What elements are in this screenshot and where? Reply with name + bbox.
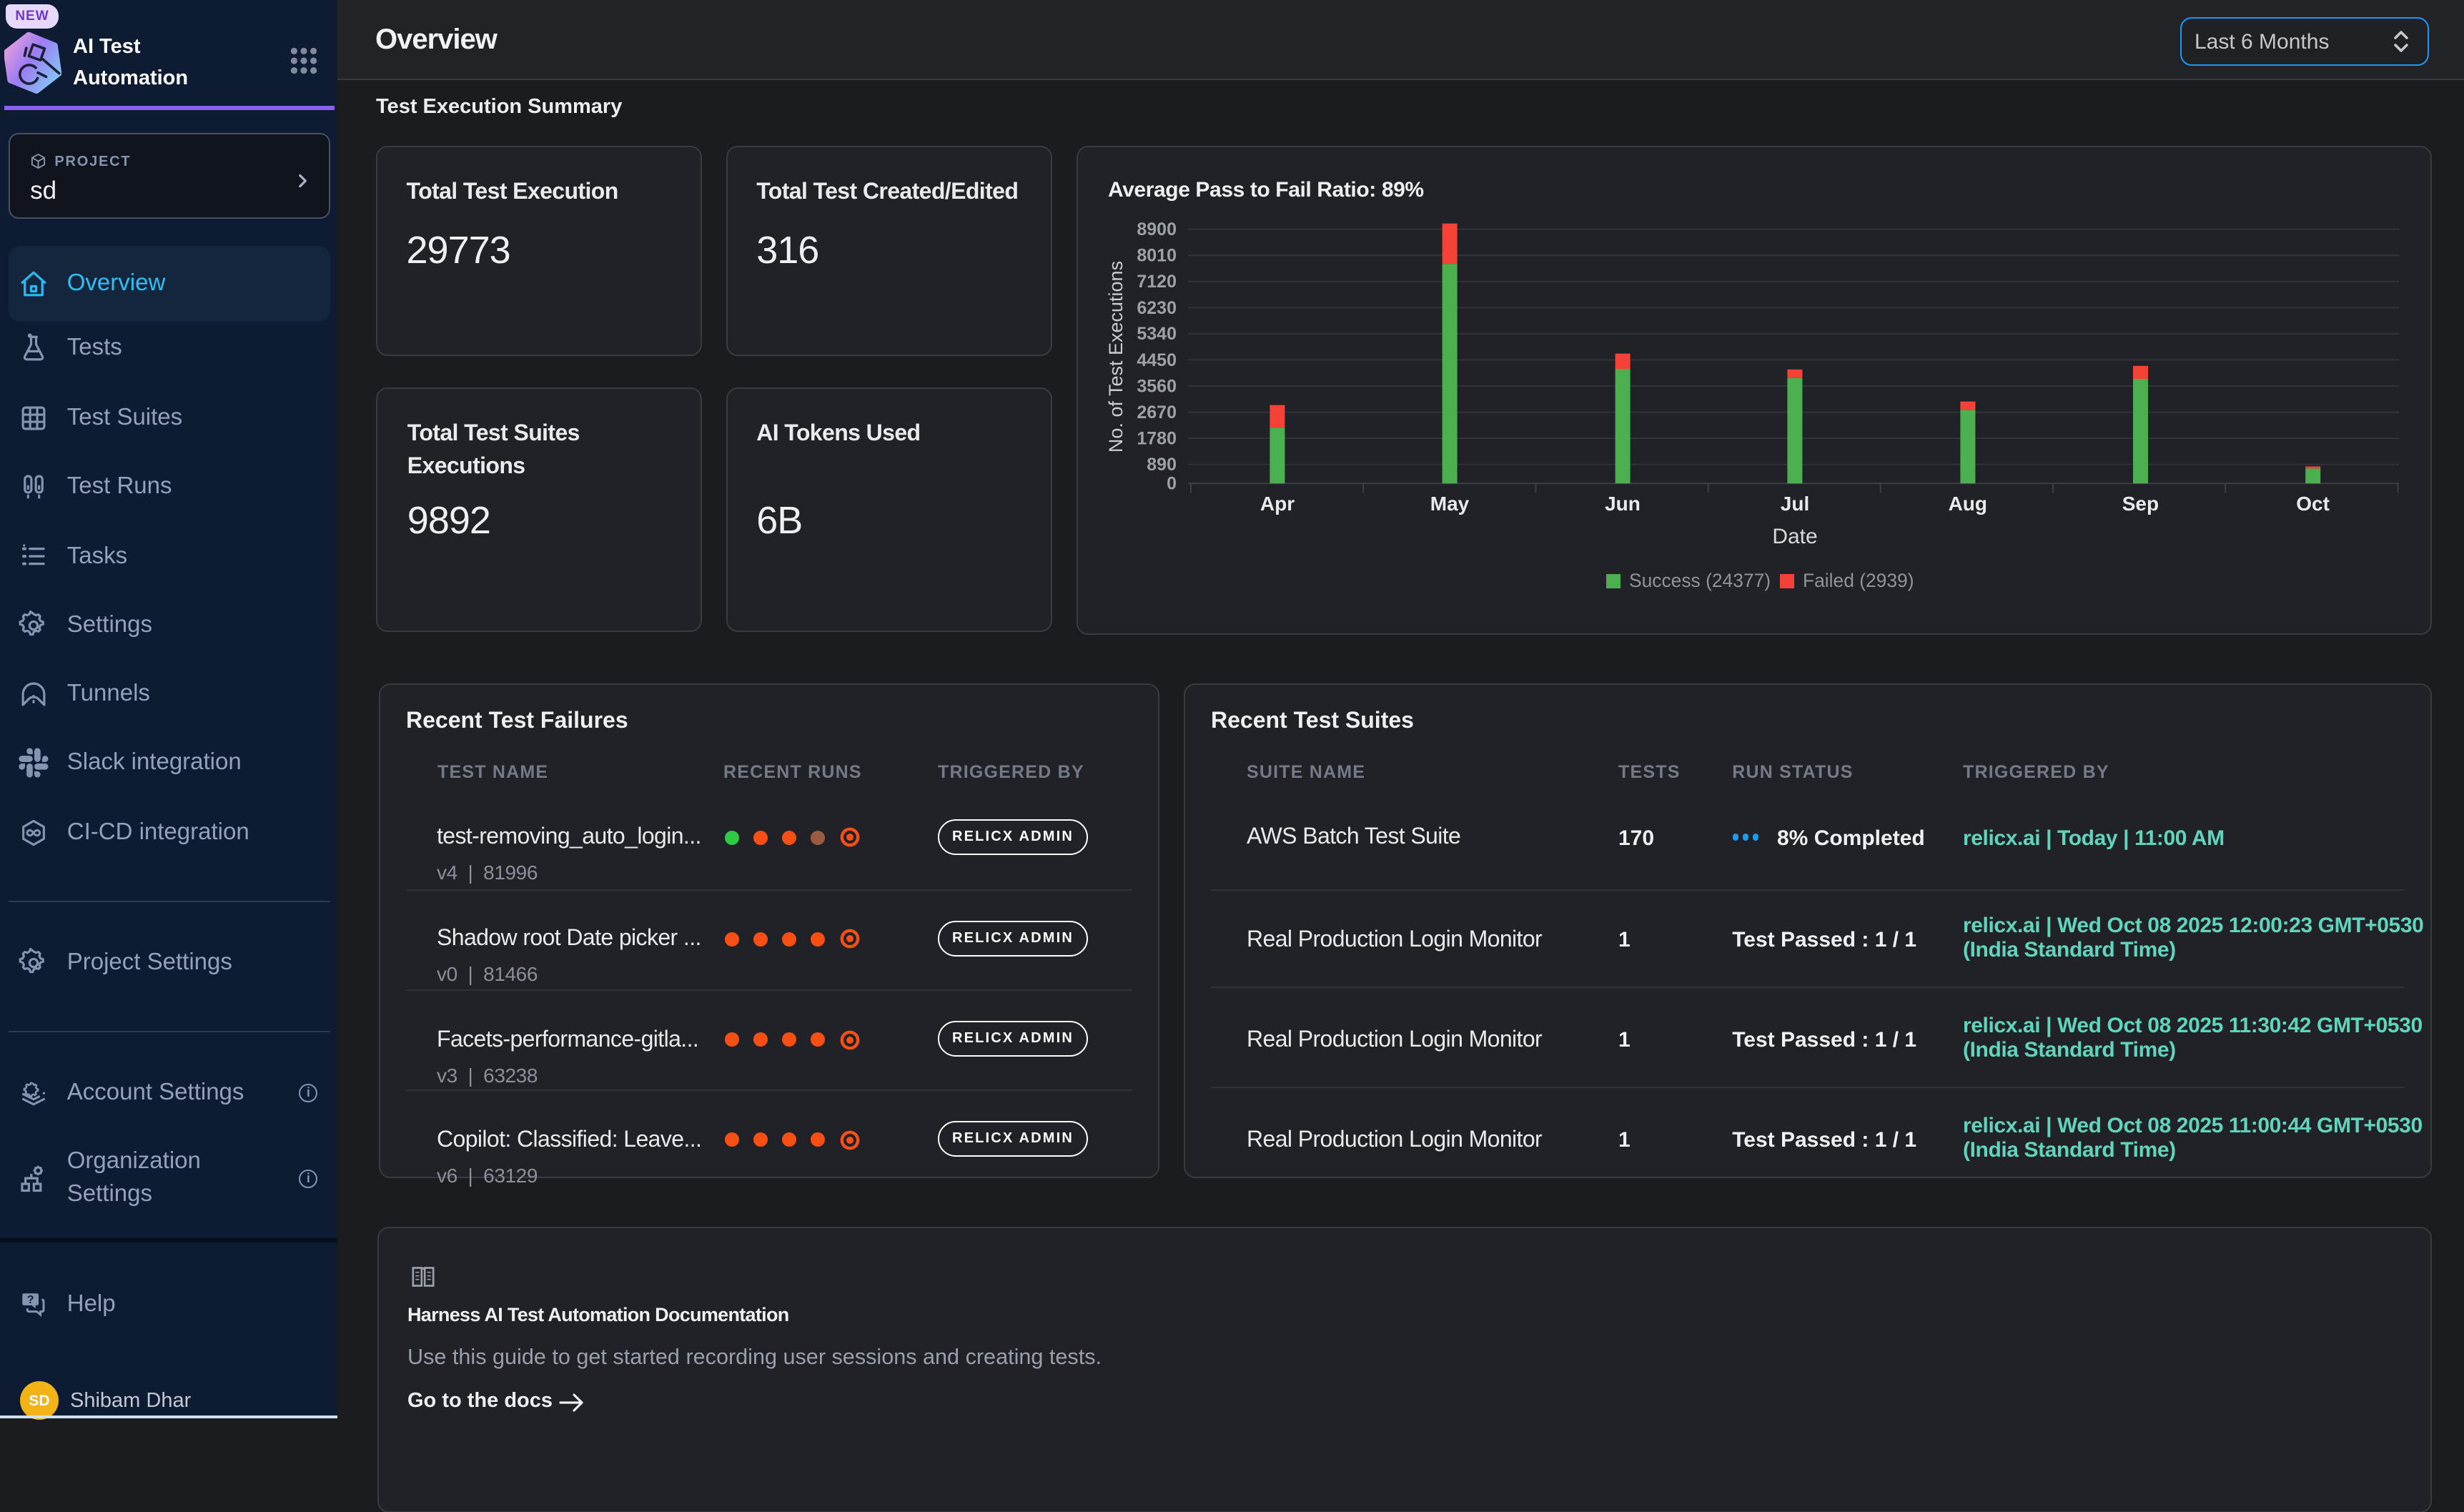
svg-text:Success (24377): Success (24377) [1629,569,1771,591]
svg-text:Jul: Jul [1781,492,1809,514]
svg-text:Apr: Apr [1260,492,1295,514]
svg-text:8010: 8010 [1137,245,1177,265]
svg-text:6230: 6230 [1137,297,1177,317]
svg-text:May: May [1430,492,1470,514]
svg-text:Aug: Aug [1949,492,1987,514]
svg-text:1780: 1780 [1137,428,1177,448]
svg-text:4450: 4450 [1137,350,1177,370]
svg-text:0: 0 [1167,473,1177,493]
svg-text:Sep: Sep [2122,492,2159,514]
svg-text:3560: 3560 [1137,375,1177,395]
svg-text:Failed (2939): Failed (2939) [1803,569,1914,591]
svg-text:8900: 8900 [1137,219,1177,239]
svg-text:5340: 5340 [1137,323,1177,343]
svg-text:Oct: Oct [2296,492,2330,514]
svg-text:No. of Test Executions: No. of Test Executions [1105,260,1127,452]
svg-text:Date: Date [1772,524,1817,548]
svg-text:2670: 2670 [1137,402,1177,422]
svg-text:Average Pass to Fail Ratio: 89: Average Pass to Fail Ratio: 89% [1108,177,1424,201]
svg-text:Jun: Jun [1605,492,1641,514]
svg-text:?: ? [28,1293,35,1305]
svg-text:890: 890 [1147,454,1177,474]
svg-text:7120: 7120 [1137,271,1177,291]
